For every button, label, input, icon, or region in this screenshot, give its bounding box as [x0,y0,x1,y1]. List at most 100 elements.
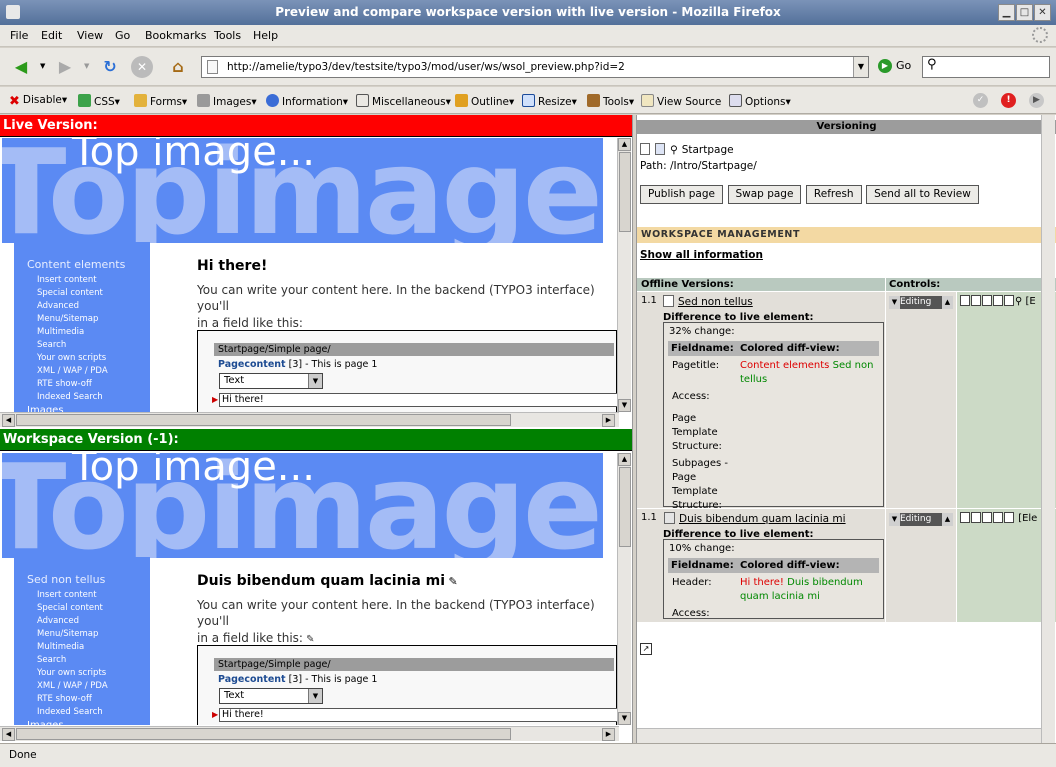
search-box[interactable]: ⚲ [922,56,1050,78]
magnifier-icon[interactable]: ⚲ [670,144,678,156]
menu-view[interactable]: View [77,29,103,42]
send-all-to-review-button[interactable]: Send all to Review [866,185,979,204]
right-horizontal-scrollbar[interactable] [637,728,1041,743]
top-image-banner: Topimage Top image... [2,138,603,243]
swap-icon[interactable] [960,295,970,306]
sidebar-item[interactable]: Menu/Sitemap [37,313,108,326]
open-fullscreen-icon[interactable]: ↗ [640,643,652,655]
offline-versions-column-header: Offline Versions: [637,278,885,291]
sidebar-item[interactable]: XML / WAP / PDA [37,680,108,693]
outline-menu[interactable]: Outline▾ [455,94,514,108]
sidebar-item[interactable]: Search [37,339,108,352]
workspace-horizontal-scrollbar[interactable]: ◀ ▶ [0,726,619,741]
play-icon[interactable]: ▶ [1029,93,1044,108]
maximize-icon[interactable]: □ [1016,4,1033,21]
forward-dropdown-icon[interactable]: ▼ [84,62,89,70]
paragraph-line: You can write your content here. In the … [197,598,595,628]
css-menu[interactable]: CSS▾ [78,94,120,108]
sidebar-item[interactable]: XML / WAP / PDA [37,365,108,378]
list-icon[interactable] [655,143,665,155]
disable-menu[interactable]: ✖ Disable▾ [9,94,67,109]
menu-edit[interactable]: Edit [41,29,62,42]
status-bar: Done [0,743,1056,767]
page-icon[interactable] [640,143,650,155]
url-text[interactable]: http://amelie/typo3/dev/testsite/typo3/m… [227,61,625,73]
show-all-information-link[interactable]: Show all information [640,249,763,261]
sidebar-item[interactable]: Special content [37,287,108,300]
edit-pencil-icon[interactable]: ✎ [445,575,458,588]
history-icon[interactable] [1004,295,1014,306]
edit-icon[interactable] [993,512,1003,523]
url-dropdown-icon[interactable]: ▼ [853,57,868,77]
menu-file[interactable]: File [10,29,28,42]
stop-icon[interactable]: ✕ [131,56,153,78]
publish-page-button[interactable]: Publish page [640,185,723,204]
resize-menu[interactable]: Resize▾ [522,94,577,108]
version-title-link[interactable]: Duis bibendum quam lacinia mi [664,512,846,525]
sidebar-item[interactable]: Indexed Search [37,391,108,404]
swap-icon[interactable] [960,512,970,523]
content-element-icon [664,512,675,524]
sidebar-item[interactable]: Menu/Sitemap [37,628,108,641]
sidebar-title[interactable]: Sed non tellus [27,573,105,586]
sidebar-item[interactable]: Insert content [37,589,108,602]
close-icon[interactable]: ✕ [1034,4,1051,21]
outline-icon [455,94,468,107]
delete-icon[interactable] [982,295,992,306]
swap-page-button[interactable]: Swap page [727,185,802,204]
sidebar-item[interactable]: Advanced [37,615,108,628]
sidebar-item[interactable]: Insert content [37,274,108,287]
menu-bookmarks[interactable]: Bookmarks [145,29,206,42]
live-vertical-scrollbar[interactable]: ▲ ▼ [617,138,631,412]
forms-menu[interactable]: Forms▾ [134,94,187,108]
sidebar-item[interactable]: Multimedia [37,641,108,654]
sidebar-item[interactable]: RTE show-off [37,378,108,391]
live-horizontal-scrollbar[interactable]: ◀ ▶ [0,412,619,427]
sidebar-title[interactable]: Content elements [27,258,125,271]
forward-arrow-icon[interactable]: ▶ [52,54,78,80]
menu-go[interactable]: Go [115,29,130,42]
back-arrow-icon[interactable]: ◀ [8,54,34,80]
menu-tools[interactable]: Tools [214,29,241,42]
right-vertical-scrollbar[interactable] [1041,115,1055,743]
sidebar-item[interactable]: RTE show-off [37,693,108,706]
images-menu[interactable]: Images▾ [197,94,257,108]
publish-icon[interactable] [971,512,981,523]
stage-editing-select[interactable]: ▼ Editing ▲ [889,296,953,309]
tools-menu[interactable]: Tools▾ [587,94,634,108]
sidebar-item[interactable]: Images [27,404,108,412]
home-icon[interactable]: ⌂ [165,54,191,80]
stage-editing-select[interactable]: ▼ Editing ▲ [889,513,953,526]
preview-icon[interactable]: ⚲ [1015,296,1022,307]
validate-ok-icon[interactable]: ✓ [973,93,988,108]
diff-box: 32% change: Fieldname: Colored diff-view:… [663,322,884,511]
url-bar[interactable]: http://amelie/typo3/dev/testsite/typo3/m… [201,56,869,78]
sidebar-item[interactable]: Special content [37,602,108,615]
publish-icon[interactable] [971,295,981,306]
reload-icon[interactable]: ↻ [97,54,123,80]
edit-pencil-icon[interactable]: ✎ [303,634,314,645]
error-icon[interactable]: ! [1001,93,1016,108]
workspace-vertical-scrollbar[interactable]: ▲ ▼ [617,453,631,725]
view-source-button[interactable]: View Source [641,94,721,108]
sidebar-item[interactable]: Images [27,719,108,725]
edit-icon[interactable] [993,295,1003,306]
sidebar-item[interactable]: Indexed Search [37,706,108,719]
miscellaneous-menu[interactable]: Miscellaneous▾ [356,94,451,108]
refresh-button[interactable]: Refresh [805,185,862,204]
options-menu[interactable]: Options▾ [729,94,791,108]
history-icon[interactable] [1004,512,1014,523]
back-dropdown-icon[interactable]: ▼ [40,62,45,70]
sidebar-item[interactable]: Search [37,654,108,667]
version-title-link[interactable]: Sed non tellus [663,295,753,308]
delete-icon[interactable] [982,512,992,523]
sidebar-item[interactable]: Your own scripts [37,667,108,680]
sidebar-item[interactable]: Advanced [37,300,108,313]
content-heading: Hi there! [197,258,268,274]
minimize-icon[interactable]: ▁ [998,4,1015,21]
sidebar-item[interactable]: Your own scripts [37,352,108,365]
menu-help[interactable]: Help [253,29,278,42]
sidebar-item[interactable]: Multimedia [37,326,108,339]
information-menu[interactable]: Information▾ [266,94,348,108]
go-button[interactable]: ▶ Go [878,59,911,73]
